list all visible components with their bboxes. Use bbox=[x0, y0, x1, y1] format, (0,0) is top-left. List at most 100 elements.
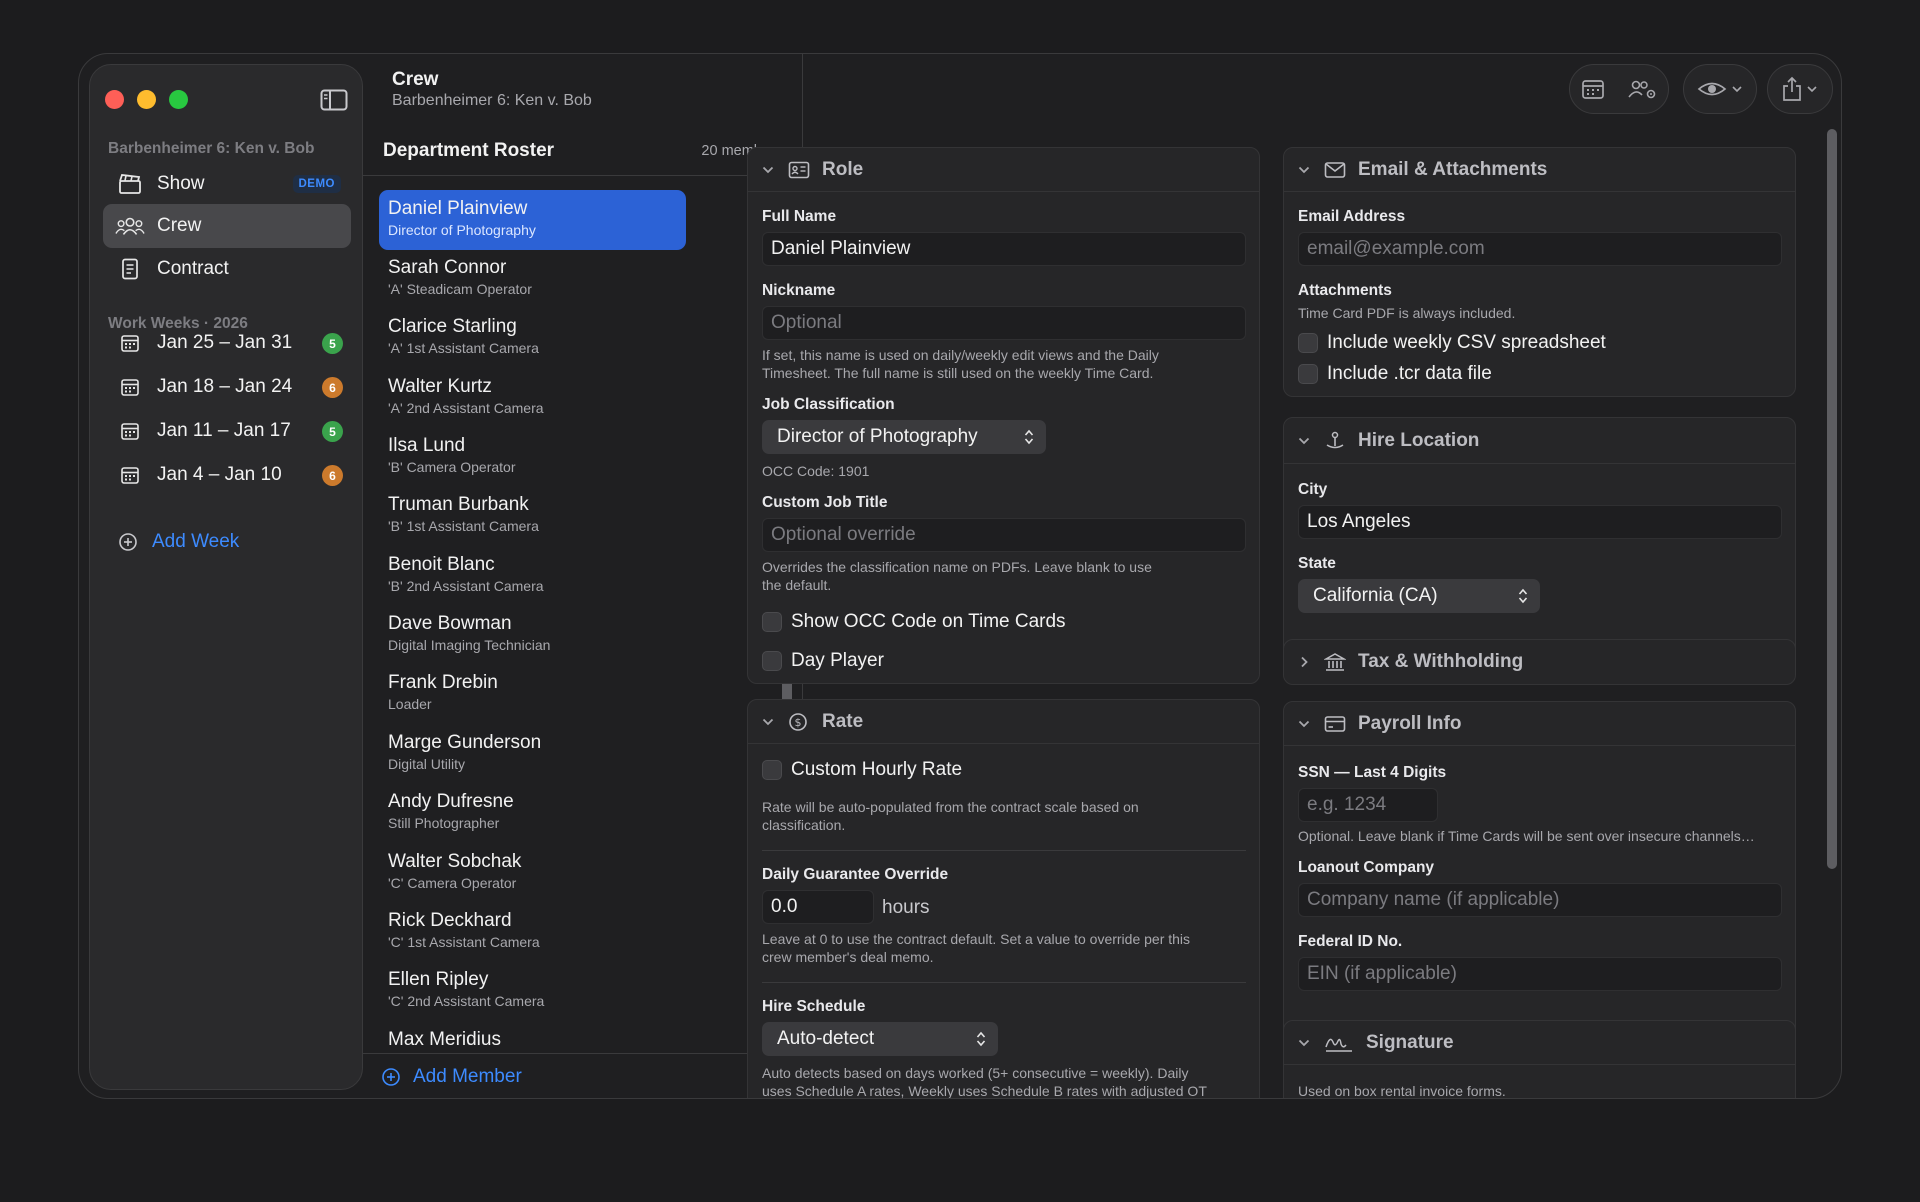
tax-withholding-panel: Tax & Withholding bbox=[1283, 639, 1796, 685]
sidebar-item-contract[interactable]: Contract bbox=[103, 247, 351, 291]
occ-code-text: OCC Code: 1901 bbox=[762, 463, 870, 479]
sidebar-item-crew[interactable]: Crew bbox=[103, 204, 351, 248]
attachments-help: Time Card PDF is always included. bbox=[1298, 305, 1516, 321]
roster-member[interactable]: Rick Deckhard 'C' 1st Assistant Camera bbox=[379, 902, 686, 962]
member-name: Marge Gunderson bbox=[388, 732, 542, 753]
chevron-down-icon bbox=[1298, 720, 1310, 727]
roster-member[interactable]: Walter Sobchak 'C' Camera Operator bbox=[379, 843, 686, 903]
roster-member[interactable]: Benoit Blanc 'B' 2nd Assistant Camera bbox=[379, 546, 686, 606]
member-name: Daniel Plainview bbox=[388, 198, 528, 219]
roster-member[interactable]: Clarice Starling 'A' 1st Assistant Camera bbox=[379, 308, 686, 368]
email-panel-header[interactable]: Email & Attachments bbox=[1284, 148, 1795, 192]
roster-member[interactable]: Walter Kurtz 'A' 2nd Assistant Camera bbox=[379, 368, 686, 428]
minimize-window-button[interactable] bbox=[137, 90, 156, 109]
close-window-button[interactable] bbox=[105, 90, 124, 109]
roster-member[interactable]: Daniel Plainview Director of Photography bbox=[379, 190, 686, 250]
city-field[interactable]: Los Angeles bbox=[1298, 505, 1782, 539]
signature-icon bbox=[1324, 1033, 1354, 1053]
roster-member[interactable]: Dave Bowman Digital Imaging Technician bbox=[379, 605, 686, 665]
toolbar-preview-group[interactable] bbox=[1683, 64, 1757, 114]
dollar-circle-icon: $ bbox=[788, 712, 810, 732]
state-value: California (CA) bbox=[1313, 585, 1438, 606]
custom-hourly-rate-checkbox[interactable]: Custom Hourly Rate bbox=[762, 759, 962, 781]
sidebar-week-item[interactable]: Jan 4 – Jan 10 6 bbox=[103, 453, 351, 497]
payroll-info-panel: Payroll Info SSN — Last 4 Digits e.g. 12… bbox=[1283, 701, 1796, 1044]
nickname-field[interactable]: Optional bbox=[762, 306, 1246, 340]
add-member-button[interactable]: Add Member bbox=[381, 1066, 522, 1088]
signature-panel: Signature Used on box rental invoice for… bbox=[1283, 1020, 1796, 1098]
hire-schedule-select[interactable]: Auto-detect bbox=[762, 1022, 998, 1056]
tax-panel-header[interactable]: Tax & Withholding bbox=[1284, 640, 1795, 684]
full-name-field[interactable]: Daniel Plainview bbox=[762, 232, 1246, 266]
role-panel-header[interactable]: Role bbox=[748, 148, 1259, 192]
checkbox-box[interactable] bbox=[762, 612, 782, 632]
checkbox-box[interactable] bbox=[1298, 364, 1318, 384]
state-select[interactable]: California (CA) bbox=[1298, 579, 1540, 613]
roster-member[interactable]: Ellen Ripley 'C' 2nd Assistant Camera bbox=[379, 961, 686, 1021]
hire-schedule-value: Auto-detect bbox=[777, 1028, 875, 1049]
federal-id-field[interactable]: EIN (if applicable) bbox=[1298, 957, 1782, 991]
rate-panel: $ Rate Custom Hourly Rate Rate will be a… bbox=[747, 699, 1260, 1098]
sidebar-week-item[interactable]: Jan 18 – Jan 24 6 bbox=[103, 365, 351, 409]
include-tcr-checkbox[interactable]: Include .tcr data file bbox=[1298, 363, 1492, 385]
sidebar-item-show[interactable]: Show DEMO bbox=[103, 162, 351, 206]
calendar-view-icon[interactable] bbox=[1581, 78, 1605, 100]
share-icon[interactable] bbox=[1780, 76, 1820, 102]
member-position: Loader bbox=[388, 696, 432, 712]
add-week-label: Add Week bbox=[152, 531, 240, 552]
include-csv-checkbox[interactable]: Include weekly CSV spreadsheet bbox=[1298, 332, 1606, 354]
member-name: Dave Bowman bbox=[388, 613, 512, 634]
roster-member[interactable]: Truman Burbank 'B' 1st Assistant Camera bbox=[379, 486, 686, 546]
custom-title-help-line-1: Overrides the classification name on PDF… bbox=[762, 559, 1152, 575]
svg-text:$: $ bbox=[795, 716, 802, 729]
loanout-company-field[interactable]: Company name (if applicable) bbox=[1298, 883, 1782, 917]
rate-panel-header[interactable]: $ Rate bbox=[748, 700, 1259, 744]
city-label: City bbox=[1298, 481, 1328, 498]
custom-title-help-line-2: the default. bbox=[762, 577, 832, 593]
location-pin-icon bbox=[1324, 431, 1346, 451]
roster-member[interactable]: Marge Gunderson Digital Utility bbox=[379, 724, 686, 784]
zoom-window-button[interactable] bbox=[169, 90, 188, 109]
day-player-label: Day Player bbox=[791, 650, 884, 671]
sidebar-week-item[interactable]: Jan 11 – Jan 17 5 bbox=[103, 409, 351, 453]
toolbar-share-group[interactable] bbox=[1767, 64, 1833, 114]
eye-icon[interactable] bbox=[1697, 78, 1743, 100]
credit-card-icon bbox=[1324, 714, 1346, 734]
clapperboard-icon bbox=[115, 173, 145, 195]
member-name: Benoit Blanc bbox=[388, 554, 495, 575]
ssn-field[interactable]: e.g. 1234 bbox=[1298, 788, 1438, 822]
hire-schedule-label: Hire Schedule bbox=[762, 998, 866, 1015]
custom-hourly-help-line-1: Rate will be auto-populated from the con… bbox=[762, 799, 1139, 815]
sidebar: Barbenheimer 6: Ken v. Bob Show DEMO Cre… bbox=[89, 64, 363, 1090]
chevron-down-icon bbox=[1298, 437, 1310, 444]
member-position: 'A' 2nd Assistant Camera bbox=[388, 400, 544, 416]
crew-settings-icon[interactable] bbox=[1627, 78, 1657, 100]
member-name: Frank Drebin bbox=[388, 672, 498, 693]
payroll-panel-title: Payroll Info bbox=[1358, 712, 1462, 734]
roster-member[interactable]: Frank Drebin Loader bbox=[379, 664, 686, 724]
hire-location-panel: Hire Location City Los Angeles State Cal… bbox=[1283, 417, 1796, 667]
day-player-checkbox[interactable]: Day Player bbox=[762, 650, 884, 672]
roster-member[interactable]: Sarah Connor 'A' Steadicam Operator bbox=[379, 249, 686, 309]
add-week-button[interactable]: Add Week bbox=[118, 531, 239, 553]
app-window: Barbenheimer 6: Ken v. Bob Show DEMO Cre… bbox=[78, 53, 1842, 1099]
sidebar-week-item[interactable]: Jan 25 – Jan 31 5 bbox=[103, 321, 351, 365]
member-position: 'C' 1st Assistant Camera bbox=[388, 934, 540, 950]
daily-guarantee-label: Daily Guarantee Override bbox=[762, 866, 949, 883]
custom-job-title-field[interactable]: Optional override bbox=[762, 518, 1246, 552]
payroll-panel-header[interactable]: Payroll Info bbox=[1284, 702, 1795, 746]
show-occ-code-checkbox[interactable]: Show OCC Code on Time Cards bbox=[762, 611, 1066, 633]
signature-panel-header[interactable]: Signature bbox=[1284, 1021, 1795, 1065]
email-address-field[interactable]: email@example.com bbox=[1298, 232, 1782, 266]
roster-member[interactable]: Andy Dufresne Still Photographer bbox=[379, 783, 686, 843]
job-classification-select[interactable]: Director of Photography bbox=[762, 420, 1046, 454]
roster-member[interactable]: Ilsa Lund 'B' Camera Operator bbox=[379, 427, 686, 487]
job-classification-value: Director of Photography bbox=[777, 426, 978, 447]
hire-location-panel-header[interactable]: Hire Location bbox=[1284, 418, 1795, 464]
sidebar-toggle-icon[interactable] bbox=[320, 89, 348, 111]
checkbox-box[interactable] bbox=[1298, 333, 1318, 353]
checkbox-box[interactable] bbox=[762, 651, 782, 671]
checkbox-box[interactable] bbox=[762, 760, 782, 780]
daily-guarantee-field[interactable]: 0.0 bbox=[762, 890, 874, 924]
main-scrollbar[interactable] bbox=[1827, 129, 1837, 869]
